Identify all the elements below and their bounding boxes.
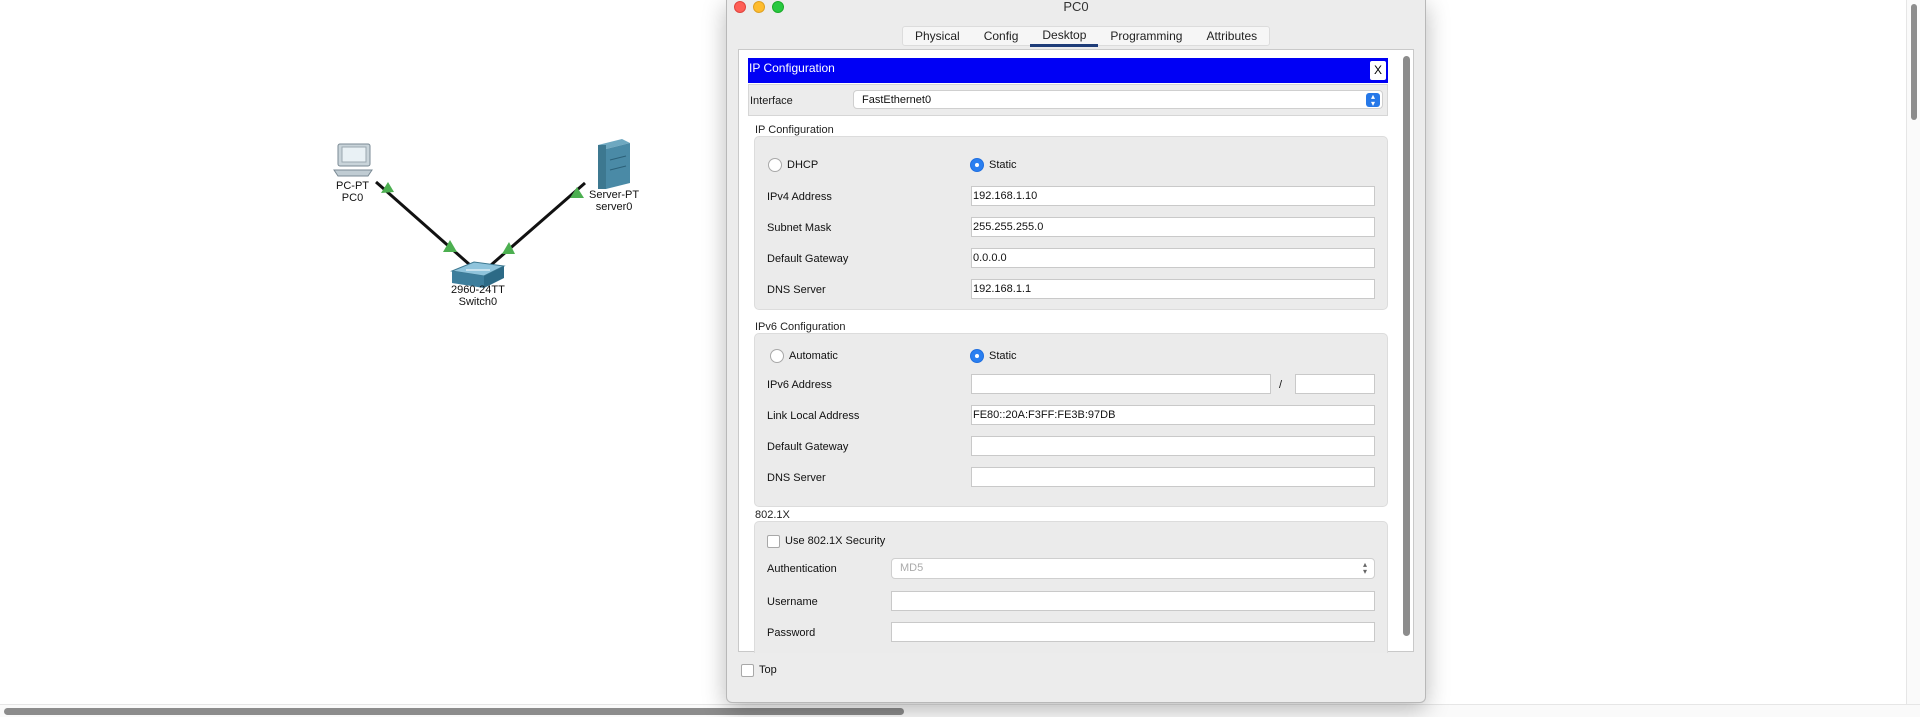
ipv6-dns-input[interactable] [971, 467, 1375, 487]
ipv6-group: Automatic Static IPv6 Address / Link Loc… [754, 333, 1388, 507]
window-titlebar[interactable]: PC0 [727, 0, 1425, 16]
tab-bar: Physical Config Desktop Programming Attr… [902, 26, 1271, 47]
tab-desktop[interactable]: Desktop [1030, 27, 1099, 47]
static-label: Static [989, 159, 1017, 171]
server-name: server0 [595, 201, 633, 213]
ip-config-close-button[interactable]: X [1370, 61, 1386, 80]
ipv6-address-input[interactable] [971, 374, 1271, 394]
automatic-label: Automatic [789, 350, 838, 362]
dot1x-section-title: 802.1X [755, 509, 790, 521]
interface-label: Interface [750, 95, 793, 107]
server-label: Server-PT server0 [589, 189, 639, 213]
authentication-label: Authentication [767, 563, 837, 575]
top-label: Top [759, 664, 777, 676]
interface-select[interactable]: FastEthernet0 ▴ ▾ [853, 90, 1383, 109]
ipv6-gateway-label: Default Gateway [767, 441, 849, 453]
ipv6-section-title: IPv6 Configuration [755, 321, 846, 333]
tab-attributes[interactable]: Attributes [1194, 27, 1269, 47]
tab-physical[interactable]: Physical [903, 27, 972, 47]
password-label: Password [767, 627, 816, 639]
link-local-label: Link Local Address [767, 410, 860, 422]
ip-configuration-panel: IP Configuration X Interface FastEtherne… [738, 49, 1414, 653]
default-gateway-input[interactable]: 0.0.0.0 [971, 248, 1375, 268]
dns-server-label: DNS Server [767, 284, 826, 296]
dhcp-label: DHCP [787, 159, 819, 171]
tab-config[interactable]: Config [972, 27, 1031, 47]
ipv6-dns-label: DNS Server [767, 472, 826, 484]
window-title: PC0 [1063, 0, 1089, 14]
dot1x-group: Use 802.1X Security Authentication MD5 ▴… [754, 521, 1388, 653]
ipv4-section-title: IP Configuration [755, 124, 834, 136]
dhcp-radio[interactable] [768, 158, 782, 172]
pc0-window: PC0 Physical Config Desktop Programming … [726, 0, 1426, 703]
workspace-vertical-scrollbar[interactable] [1906, 0, 1920, 706]
authentication-select-value: MD5 [900, 562, 924, 574]
static-radio[interactable] [970, 158, 984, 172]
pc-label: PC-PT PC0 [336, 180, 369, 204]
link-pc-switch[interactable] [375, 180, 471, 267]
server-model: Server-PT [589, 189, 640, 201]
tab-programming[interactable]: Programming [1098, 27, 1194, 47]
panel-vertical-scroll-thumb[interactable] [1403, 56, 1410, 636]
username-label: Username [767, 596, 818, 608]
pc-model: PC-PT [336, 180, 369, 192]
ipv6-static-radio[interactable] [970, 349, 984, 363]
default-gateway-label: Default Gateway [767, 253, 849, 265]
chevron-updown-icon: ▴ ▾ [1366, 93, 1380, 108]
pc-name: PC0 [341, 192, 364, 204]
ipv6-gateway-input[interactable] [971, 436, 1375, 456]
automatic-radio[interactable] [770, 349, 784, 363]
use-8021x-checkbox[interactable] [767, 535, 780, 548]
link-local-input[interactable]: FE80::20A:F3FF:FE3B:97DB [971, 405, 1375, 425]
ipv6-prefix-input[interactable] [1295, 374, 1375, 394]
switch-model: 2960-24TT [451, 284, 505, 296]
top-checkbox[interactable] [741, 664, 754, 677]
dns-server-input[interactable]: 192.168.1.1 [971, 279, 1375, 299]
ipv6-address-label: IPv6 Address [767, 379, 832, 391]
use-8021x-label: Use 802.1X Security [785, 535, 886, 547]
ip-config-header-title: IP Configuration [749, 61, 835, 75]
workspace-horizontal-scroll-thumb[interactable] [4, 708, 904, 715]
prefix-separator: / [1279, 379, 1283, 391]
server-icon[interactable] [598, 139, 630, 189]
chevron-updown-icon: ▴ ▾ [1362, 560, 1367, 576]
ipv4-address-input[interactable]: 192.168.1.10 [971, 186, 1375, 206]
workspace-horizontal-scrollbar[interactable] [0, 704, 1920, 717]
switch-name: Switch0 [458, 296, 498, 308]
password-input[interactable] [891, 622, 1375, 642]
authentication-select[interactable]: MD5 ▴ ▾ [891, 558, 1375, 579]
topology-canvas [333, 139, 630, 288]
username-input[interactable] [891, 591, 1375, 611]
interface-select-value: FastEthernet0 [862, 94, 932, 106]
pc-icon[interactable] [333, 143, 373, 177]
ip-config-header: IP Configuration X [748, 58, 1388, 83]
workspace-vertical-scroll-thumb[interactable] [1911, 4, 1917, 120]
ipv4-group: DHCP Static IPv4 Address 192.168.1.10 Su… [754, 136, 1388, 310]
subnet-mask-label: Subnet Mask [767, 222, 832, 234]
interface-row: Interface FastEthernet0 ▴ ▾ [748, 84, 1388, 116]
ipv4-address-label: IPv4 Address [767, 191, 832, 203]
ipv6-static-label: Static [989, 350, 1017, 362]
switch-label: 2960-24TT Switch0 [451, 284, 505, 308]
panel-vertical-scrollbar[interactable] [1401, 52, 1413, 649]
subnet-mask-input[interactable]: 255.255.255.0 [971, 217, 1375, 237]
